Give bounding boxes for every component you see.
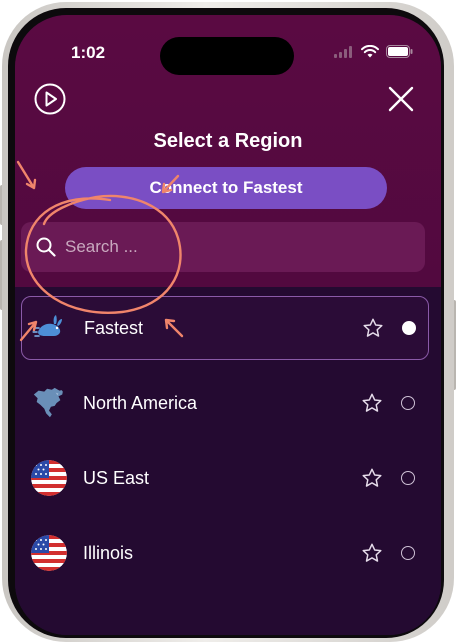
radio-unselected[interactable] bbox=[401, 546, 415, 560]
phone-frame: 1:02 Select a Region Connect to Fastest … bbox=[0, 0, 456, 642]
favorite-star-icon[interactable] bbox=[361, 467, 383, 489]
search-input[interactable] bbox=[63, 236, 407, 258]
close-icon[interactable] bbox=[388, 86, 414, 112]
connect-button-label: Connect to Fastest bbox=[149, 178, 303, 197]
search-bar[interactable] bbox=[21, 222, 425, 272]
dynamic-island bbox=[160, 37, 294, 75]
us-flag-icon bbox=[31, 460, 67, 496]
play-icon[interactable] bbox=[34, 83, 66, 115]
status-time: 1:02 bbox=[71, 43, 106, 62]
connect-fastest-button[interactable]: Connect to Fastest bbox=[65, 167, 387, 209]
radio-unselected[interactable] bbox=[401, 396, 415, 410]
rabbit-icon bbox=[32, 310, 68, 346]
region-label: US East bbox=[83, 467, 150, 488]
region-label: Fastest bbox=[84, 317, 144, 338]
region-label: Illinois bbox=[83, 542, 134, 563]
region-label: North America bbox=[83, 392, 198, 413]
battery-icon bbox=[386, 45, 413, 58]
search-icon bbox=[36, 237, 56, 257]
page-title: Select a Region bbox=[153, 130, 303, 152]
us-flag-icon bbox=[31, 535, 67, 571]
favorite-star-icon[interactable] bbox=[361, 542, 383, 564]
region-row-us-east[interactable]: US East bbox=[21, 445, 427, 511]
north-america-map-icon bbox=[31, 385, 67, 421]
signal-icon bbox=[334, 45, 352, 58]
favorite-star-icon[interactable] bbox=[361, 392, 383, 414]
wifi-icon bbox=[361, 45, 379, 58]
region-row-illinois[interactable]: Illinois bbox=[21, 520, 427, 586]
radio-unselected[interactable] bbox=[401, 471, 415, 485]
favorite-star-icon[interactable] bbox=[362, 317, 384, 339]
region-row-fastest[interactable]: Fastest bbox=[21, 296, 429, 360]
status-icons bbox=[334, 45, 413, 58]
radio-selected[interactable] bbox=[402, 321, 416, 335]
app-screen: 1:02 Select a Region Connect to Fastest … bbox=[15, 15, 441, 635]
region-row-north-america[interactable]: North America bbox=[21, 370, 427, 436]
